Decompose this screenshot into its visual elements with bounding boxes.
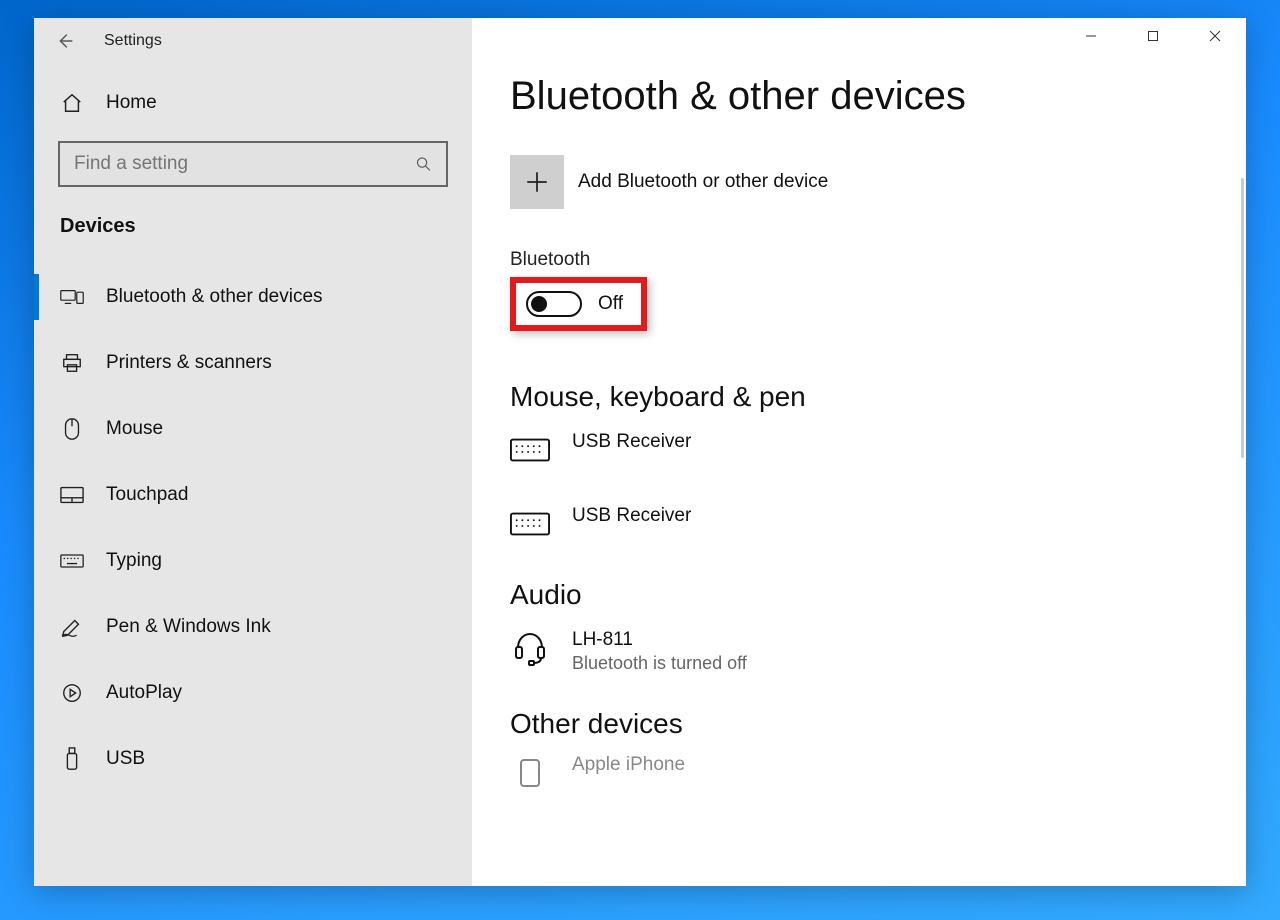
device-name: USB Receiver xyxy=(572,431,691,453)
sidebar-item-label: Bluetooth & other devices xyxy=(106,286,323,308)
sidebar-item-label: AutoPlay xyxy=(106,682,182,704)
sidebar-item-mouse[interactable]: Mouse xyxy=(34,396,472,462)
pen-icon xyxy=(60,615,84,639)
sidebar-item-label: Mouse xyxy=(106,418,163,440)
minimize-button[interactable] xyxy=(1060,18,1122,54)
maximize-button[interactable] xyxy=(1122,18,1184,54)
sidebar-item-label: Typing xyxy=(106,550,162,572)
device-row[interactable]: USB Receiver xyxy=(510,431,1216,467)
sidebar-item-typing[interactable]: Typing xyxy=(34,528,472,594)
sidebar-item-home[interactable]: Home xyxy=(34,63,472,133)
sidebar-item-usb[interactable]: USB xyxy=(34,726,472,792)
sidebar-item-autoplay[interactable]: AutoPlay xyxy=(34,660,472,726)
search-icon xyxy=(415,156,432,173)
printer-icon xyxy=(60,351,84,375)
home-icon xyxy=(60,91,84,115)
section-mouse-keyboard-pen: Mouse, keyboard & pen xyxy=(510,381,1216,413)
close-button[interactable] xyxy=(1184,18,1246,54)
scrollbar[interactable] xyxy=(1241,178,1244,458)
device-name: Apple iPhone xyxy=(572,754,685,776)
device-row[interactable]: USB Receiver xyxy=(510,505,1216,541)
sidebar-item-bluetooth[interactable]: Bluetooth & other devices xyxy=(34,264,472,330)
sidebar-nav: Bluetooth & other devices Printers & sca… xyxy=(34,264,472,792)
bluetooth-heading: Bluetooth xyxy=(510,249,1216,271)
back-button[interactable] xyxy=(54,30,76,52)
sidebar: Settings Home Devices xyxy=(34,18,472,886)
app-title: Settings xyxy=(104,32,162,50)
bluetooth-toggle-label: Off xyxy=(598,293,623,315)
page-title: Bluetooth & other devices xyxy=(510,74,1216,119)
sidebar-item-pen[interactable]: Pen & Windows Ink xyxy=(34,594,472,660)
devices-icon xyxy=(60,285,84,309)
bluetooth-toggle[interactable] xyxy=(526,291,582,317)
search-box[interactable] xyxy=(58,141,448,187)
sidebar-item-label: Printers & scanners xyxy=(106,352,272,374)
add-device-label: Add Bluetooth or other device xyxy=(578,171,828,193)
mouse-icon xyxy=(60,417,84,441)
plus-icon xyxy=(510,155,564,209)
sidebar-item-label: Touchpad xyxy=(106,484,188,506)
sidebar-item-touchpad[interactable]: Touchpad xyxy=(34,462,472,528)
device-status: Bluetooth is turned off xyxy=(572,653,747,674)
device-row[interactable]: LH-811 Bluetooth is turned off xyxy=(510,629,1216,674)
add-device-button[interactable]: Add Bluetooth or other device xyxy=(510,155,1216,209)
device-name: LH-811 xyxy=(572,629,747,651)
bluetooth-toggle-highlight: Off xyxy=(510,277,647,331)
section-other-devices: Other devices xyxy=(510,708,1216,740)
sidebar-item-label: USB xyxy=(106,748,145,770)
touchpad-icon xyxy=(60,483,84,507)
keyboard-icon xyxy=(510,433,550,467)
headset-icon xyxy=(510,631,550,665)
sidebar-section-title: Devices xyxy=(34,187,472,248)
search-input[interactable] xyxy=(74,153,402,175)
usb-icon xyxy=(60,747,84,771)
settings-window: Settings Home Devices xyxy=(34,18,1246,886)
sidebar-item-printers[interactable]: Printers & scanners xyxy=(34,330,472,396)
autoplay-icon xyxy=(60,681,84,705)
keyboard-icon xyxy=(60,549,84,573)
section-audio: Audio xyxy=(510,579,1216,611)
window-controls xyxy=(1060,18,1246,54)
device-name: USB Receiver xyxy=(572,505,691,527)
sidebar-item-label: Pen & Windows Ink xyxy=(106,616,271,638)
device-row[interactable]: Apple iPhone xyxy=(510,754,1216,790)
keyboard-icon xyxy=(510,507,550,541)
toggle-knob xyxy=(531,296,547,312)
home-label: Home xyxy=(106,92,157,114)
phone-icon xyxy=(510,756,550,790)
content-pane: Bluetooth & other devices Add Bluetooth … xyxy=(472,18,1246,886)
